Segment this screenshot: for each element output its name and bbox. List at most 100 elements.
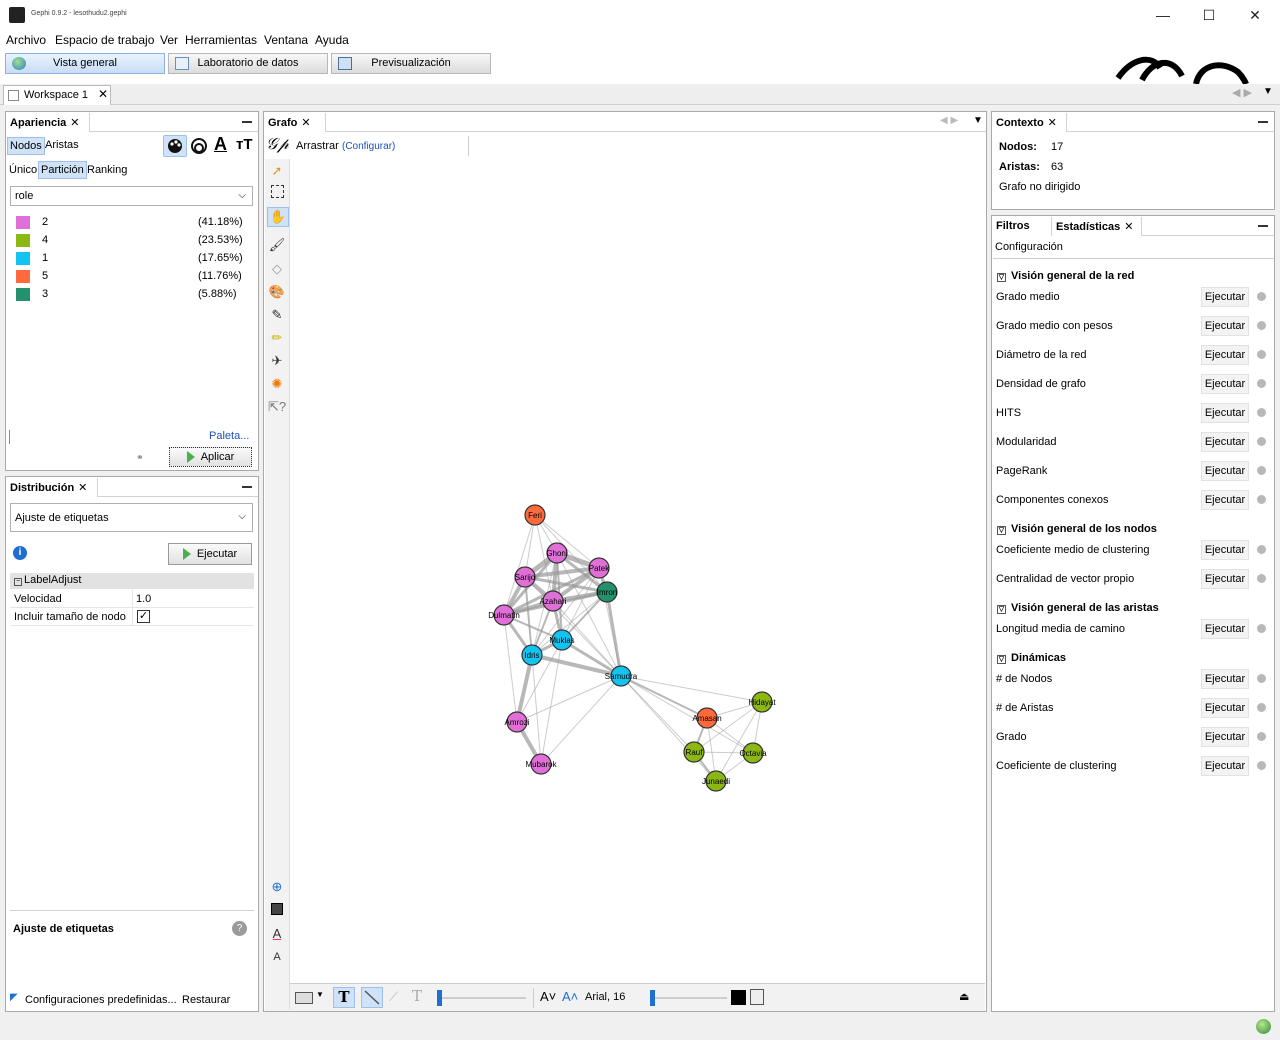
- collapse-icon[interactable]: −: [14, 578, 22, 586]
- tab-scroll-arrows[interactable]: ◀ ▶: [1232, 86, 1252, 99]
- help-icon[interactable]: ?: [232, 921, 247, 936]
- label-color-swatch[interactable]: [731, 990, 746, 1005]
- close-icon[interactable]: ✕: [301, 117, 310, 129]
- link-icon[interactable]: ⚭: [136, 452, 144, 463]
- select-arrow-icon[interactable]: ➚: [268, 162, 286, 180]
- partition-color-swatch[interactable]: [16, 252, 30, 265]
- brush-icon[interactable]: 🖌: [268, 236, 286, 254]
- close-icon[interactable]: ✕: [70, 117, 79, 129]
- workspace-tab[interactable]: Workspace 1 ✕: [3, 85, 111, 105]
- show-labels-toggle[interactable]: T: [333, 987, 355, 1008]
- statistic-info-icon[interactable]: [1257, 624, 1266, 633]
- expand-icon[interactable]: ⏏: [959, 990, 969, 1003]
- pencil-icon[interactable]: ✎: [268, 306, 286, 324]
- clipboard-icon[interactable]: [750, 989, 764, 1005]
- drag-hand-icon[interactable]: ✋: [267, 207, 289, 227]
- text-color-icon[interactable]: A: [268, 925, 286, 943]
- run-statistic-button[interactable]: Ejecutar: [1201, 698, 1249, 718]
- layout-tab[interactable]: Distribución ✕: [6, 478, 98, 497]
- notifications-icon[interactable]: [1256, 1019, 1271, 1034]
- tab-unico[interactable]: Único: [9, 164, 37, 176]
- run-statistic-button[interactable]: Ejecutar: [1201, 316, 1249, 336]
- label-size-slider[interactable]: [442, 997, 526, 999]
- run-layout-button[interactable]: Ejecutar: [168, 543, 252, 565]
- statistic-info-icon[interactable]: [1257, 495, 1266, 504]
- close-icon[interactable]: ✕: [1048, 117, 1057, 129]
- context-tab[interactable]: Contexto ✕: [992, 113, 1067, 132]
- statistic-info-icon[interactable]: [1257, 703, 1266, 712]
- font-size-slider[interactable]: [655, 997, 727, 999]
- presets-link[interactable]: Configuraciones predefinidas...: [25, 994, 177, 1006]
- label-size-icon[interactable]: тT: [236, 136, 253, 153]
- statistic-info-icon[interactable]: [1257, 292, 1266, 301]
- close-icon[interactable]: ✕: [78, 482, 87, 494]
- graph-edge[interactable]: [620, 675, 754, 754]
- statistic-info-icon[interactable]: [1257, 732, 1266, 741]
- run-statistic-button[interactable]: Ejecutar: [1201, 669, 1249, 689]
- graph-edge[interactable]: [516, 675, 622, 723]
- statistic-info-icon[interactable]: [1257, 574, 1266, 583]
- menu-espacio-de-trabajo[interactable]: Espacio de trabajo: [55, 33, 154, 47]
- overview-button[interactable]: Vista general: [5, 53, 165, 74]
- tab-scroll-arrows[interactable]: ◀ ▶: [940, 115, 958, 126]
- graph-edge[interactable]: [524, 576, 533, 656]
- configure-link[interactable]: (Configurar): [342, 141, 395, 152]
- edge-label-icon[interactable]: T: [412, 987, 422, 1005]
- collapse-icon[interactable]: ▽: [997, 526, 1006, 535]
- run-statistic-button[interactable]: Ejecutar: [1201, 756, 1249, 776]
- tab-menu-icon[interactable]: ▼: [973, 115, 983, 126]
- property-group-header[interactable]: − LabelAdjust: [10, 573, 254, 589]
- run-statistic-button[interactable]: Ejecutar: [1201, 490, 1249, 510]
- statistic-info-icon[interactable]: [1257, 545, 1266, 554]
- run-statistic-button[interactable]: Ejecutar: [1201, 374, 1249, 394]
- attribute-select[interactable]: role ⌵: [10, 186, 253, 206]
- menu-ayuda[interactable]: Ayuda: [315, 33, 349, 47]
- menu-ventana[interactable]: Ventana: [264, 33, 308, 47]
- statistic-info-icon[interactable]: [1257, 466, 1266, 475]
- label-color-icon[interactable]: A: [214, 134, 227, 155]
- close-tab-icon[interactable]: ✕: [98, 87, 108, 101]
- rectangle-select-icon[interactable]: [268, 185, 286, 203]
- tab-filters[interactable]: Filtros: [992, 217, 1052, 236]
- data-laboratory-button[interactable]: Laboratorio de datos: [168, 53, 328, 74]
- partition-color-swatch[interactable]: [16, 270, 30, 283]
- graph-edge[interactable]: [620, 675, 717, 782]
- collapse-icon[interactable]: ▽: [997, 273, 1006, 282]
- tab-menu-icon[interactable]: ▼: [1263, 86, 1273, 97]
- statistic-info-icon[interactable]: [1257, 350, 1266, 359]
- palette-link[interactable]: Paleta...: [209, 430, 249, 442]
- chevron-down-icon[interactable]: ▼: [316, 990, 324, 999]
- statistics-section-header[interactable]: ▽ Visión general de las aristas: [994, 602, 1272, 618]
- statistic-info-icon[interactable]: [1257, 437, 1266, 446]
- font-size-decrease-icon[interactable]: A˅: [540, 989, 556, 1004]
- reset-link[interactable]: Restaurar: [182, 994, 230, 1006]
- menu-herramientas[interactable]: Herramientas: [185, 33, 257, 47]
- run-statistic-button[interactable]: Ejecutar: [1201, 569, 1249, 589]
- preview-button[interactable]: Previsualización: [331, 53, 491, 74]
- close-window-button[interactable]: ✕: [1232, 4, 1278, 26]
- shortest-path-icon[interactable]: ✈: [268, 352, 286, 370]
- minimize-panel-icon[interactable]: [242, 486, 252, 488]
- run-statistic-button[interactable]: Ejecutar: [1201, 727, 1249, 747]
- edge-color-icon[interactable]: ⟋: [389, 989, 398, 1005]
- speed-value-field[interactable]: 1.0: [136, 593, 151, 605]
- text-size-icon[interactable]: A: [268, 948, 286, 966]
- minimize-panel-icon[interactable]: [1258, 121, 1268, 123]
- edge-pencil-icon[interactable]: ✏: [268, 329, 286, 347]
- graph-edge[interactable]: [503, 514, 536, 616]
- run-statistic-button[interactable]: Ejecutar: [1201, 403, 1249, 423]
- statistics-section-header[interactable]: ▽ Visión general de la red: [994, 270, 1272, 286]
- minimize-panel-icon[interactable]: [242, 121, 252, 123]
- diamond-icon[interactable]: ◇: [268, 260, 286, 278]
- graph-tab[interactable]: Grafo ✕: [264, 113, 326, 132]
- heat-map-icon[interactable]: ✺: [268, 375, 286, 393]
- info-icon[interactable]: i: [13, 546, 27, 560]
- show-edges-toggle[interactable]: [361, 987, 383, 1008]
- zoom-icon[interactable]: ⊕: [268, 878, 286, 896]
- partition-color-swatch[interactable]: [16, 216, 30, 229]
- run-statistic-button[interactable]: Ejecutar: [1201, 432, 1249, 452]
- minimize-panel-icon[interactable]: [1258, 225, 1268, 227]
- statistic-info-icon[interactable]: [1257, 408, 1266, 417]
- statistic-info-icon[interactable]: [1257, 761, 1266, 770]
- graph-edge[interactable]: [620, 675, 708, 719]
